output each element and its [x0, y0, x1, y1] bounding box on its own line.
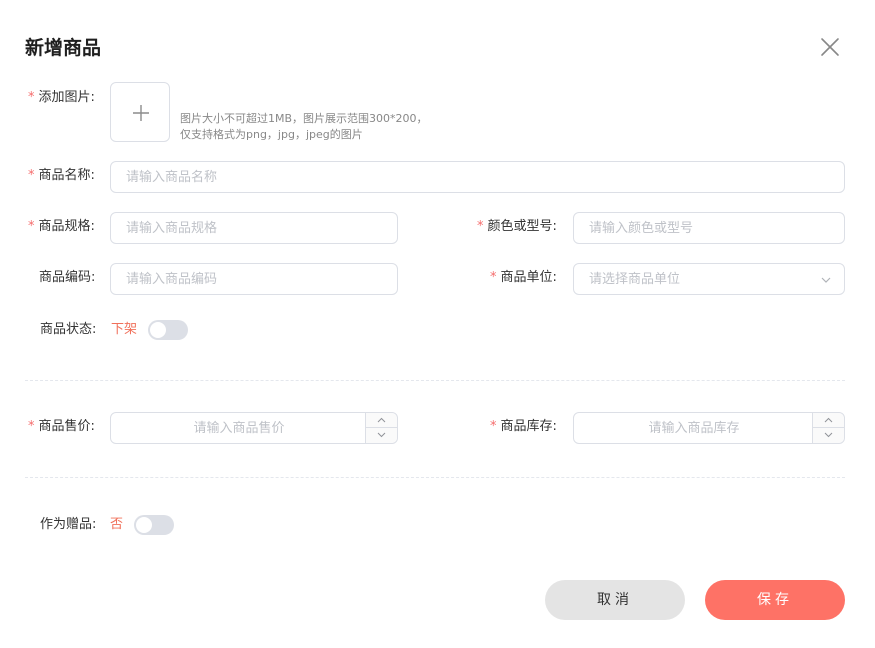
image-upload-button[interactable]	[110, 82, 170, 142]
save-button[interactable]: 保存	[705, 580, 845, 620]
color-model-label: * 颜色或型号:	[477, 217, 557, 237]
unit-select-input[interactable]	[574, 264, 844, 294]
color-model-input[interactable]	[574, 213, 844, 243]
close-button[interactable]	[818, 35, 842, 59]
stock-field[interactable]	[573, 412, 845, 444]
required-mark: *	[490, 270, 497, 285]
name-input[interactable]	[111, 162, 844, 192]
switch-knob	[136, 517, 152, 533]
status-label-text: 商品状态:	[40, 322, 97, 337]
required-mark: *	[490, 419, 497, 434]
required-mark: *	[28, 90, 35, 105]
gift-label-text: 作为赠品:	[40, 517, 97, 532]
gift-switch[interactable]	[134, 515, 174, 535]
status-switch[interactable]	[148, 320, 188, 340]
image-label: * 添加图片:	[28, 88, 95, 108]
chevron-down-icon	[821, 277, 831, 283]
gift-label: 作为赠品:	[40, 515, 96, 535]
add-product-dialog: 新增商品 * 添加图片: 图片大小不可超过1MB，图片展示范围300*200， 仅…	[0, 0, 875, 648]
stock-decrease-button[interactable]	[813, 428, 844, 443]
unit-label-text: 商品单位:	[500, 270, 557, 285]
price-label-text: 商品售价:	[38, 419, 95, 434]
chevron-down-icon	[824, 432, 833, 438]
section-divider	[25, 380, 845, 381]
price-field[interactable]	[110, 412, 398, 444]
spec-label-text: 商品规格:	[38, 219, 95, 234]
name-label: * 商品名称:	[28, 166, 95, 186]
name-field[interactable]	[110, 161, 845, 193]
spec-input[interactable]	[111, 213, 397, 243]
code-field[interactable]	[110, 263, 398, 295]
stock-input[interactable]	[574, 413, 844, 443]
name-label-text: 商品名称:	[38, 168, 95, 183]
stock-increase-button[interactable]	[813, 413, 844, 428]
gift-value: 否	[110, 517, 124, 532]
price-increase-button[interactable]	[366, 413, 397, 428]
price-decrease-button[interactable]	[366, 428, 397, 443]
stock-label: * 商品库存:	[490, 417, 557, 437]
chevron-down-icon	[377, 432, 386, 438]
price-input[interactable]	[111, 413, 397, 443]
required-mark: *	[28, 219, 35, 234]
required-mark: *	[28, 168, 35, 183]
status-label: 商品状态:	[40, 320, 96, 340]
cancel-button[interactable]: 取消	[545, 580, 685, 620]
image-label-text: 添加图片:	[38, 90, 95, 105]
stock-stepper	[812, 413, 844, 443]
code-label: 商品编码:	[39, 268, 95, 288]
stock-label-text: 商品库存:	[500, 419, 557, 434]
chevron-up-icon	[377, 417, 386, 423]
switch-knob	[150, 322, 166, 338]
price-label: * 商品售价:	[28, 417, 95, 437]
image-hint-line2: 仅支持格式为png，jpg，jpeg的图片	[180, 128, 363, 141]
plus-icon	[133, 105, 149, 121]
price-stepper	[365, 413, 397, 443]
color-model-label-text: 颜色或型号:	[487, 219, 557, 234]
color-model-field[interactable]	[573, 212, 845, 244]
close-icon	[821, 38, 839, 56]
code-label-text: 商品编码:	[39, 270, 96, 285]
chevron-up-icon	[824, 417, 833, 423]
unit-label: * 商品单位:	[490, 268, 557, 288]
image-hint-line1: 图片大小不可超过1MB，图片展示范围300*200，	[180, 112, 428, 125]
spec-label: * 商品规格:	[28, 217, 95, 237]
required-mark: *	[28, 419, 35, 434]
spec-field[interactable]	[110, 212, 398, 244]
required-mark: *	[477, 219, 484, 234]
code-input[interactable]	[111, 264, 397, 294]
unit-select[interactable]	[573, 263, 845, 295]
section-divider	[25, 477, 845, 478]
status-value: 下架	[111, 322, 138, 337]
dialog-title: 新增商品	[25, 37, 102, 59]
